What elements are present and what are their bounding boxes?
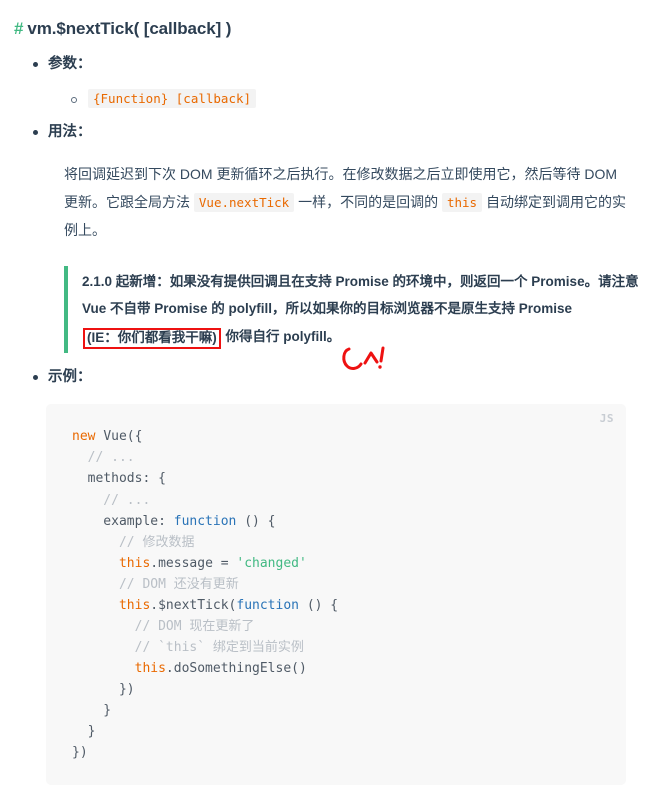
note-text-part1: 2.1.0 起新增：如果没有提供回调且在支持 Promise 的环境中，则返回一…: [82, 273, 639, 317]
example-label: 示例：: [48, 368, 92, 385]
example-list: 示例：: [14, 367, 649, 389]
code-token: methods: {: [72, 471, 166, 487]
code-token: // ...: [72, 492, 151, 508]
code-token: this: [72, 660, 166, 676]
code-token: () {: [299, 597, 339, 613]
param-callback-code: {Function} [callback]: [88, 88, 257, 108]
code-token: // ...: [72, 450, 135, 466]
params-label: 参数：: [48, 56, 92, 73]
note-blockquote: 2.1.0 起新增：如果没有提供回调且在支持 Promise 的环境中，则返回一…: [64, 265, 649, 370]
annotation-red-box: (IE：你们都看我干嘛): [83, 327, 221, 349]
page-title: # vm.$nextTick( [callback] ): [14, 18, 649, 40]
usage-paragraph: 将回调延迟到下次 DOM 更新循环之后执行。在修改数据之后立即使用它，然后等待 …: [48, 160, 628, 244]
code-token: new: [72, 429, 104, 445]
usage-code-vue-nexttick: Vue.nextTick: [193, 192, 295, 212]
code-token: .doSomethingElse(): [165, 660, 307, 676]
code-token: // DOM 还没有更新: [72, 576, 239, 592]
code-token: 'changed': [236, 555, 307, 571]
usage-label: 用法：: [48, 123, 92, 140]
code-token: }: [72, 724, 96, 740]
code-token: this: [72, 597, 151, 613]
code-content[interactable]: new Vue({ // ... methods: { // ... examp…: [72, 426, 626, 763]
code-token: example:: [72, 513, 174, 529]
list-item-params: 参数： {Function} [callback]: [32, 54, 649, 108]
code-token: // 修改数据: [72, 534, 195, 550]
code-token: }): [72, 745, 88, 761]
heading-anchor-icon[interactable]: #: [14, 19, 23, 38]
code-token: .message =: [150, 555, 237, 571]
usage-list: 用法： 将回调延迟到下次 DOM 更新循环之后执行。在修改数据之后立即使用它，然…: [14, 122, 649, 370]
list-item-callback: {Function} [callback]: [70, 88, 649, 108]
code-token: function: [236, 597, 299, 613]
code-token: this: [72, 555, 151, 571]
code-token: .$nextTick(: [150, 597, 237, 613]
code-token: }: [72, 702, 112, 718]
document-page: # vm.$nextTick( [callback] ) 参数： {Functio…: [0, 0, 667, 802]
params-list: 参数： {Function} [callback]: [14, 54, 649, 108]
note-text-part2: 你得自行 polyfill。: [221, 328, 341, 344]
usage-text-part2: 一样，不同的是回调的: [294, 193, 442, 210]
code-token: Vue({: [103, 429, 143, 445]
list-item-example: 示例：: [32, 367, 649, 389]
code-token: () {: [236, 513, 276, 529]
code-token: // `this` 绑定到当前实例: [72, 639, 304, 655]
code-language-badge: JS: [599, 412, 614, 426]
list-item-usage: 用法： 将回调延迟到下次 DOM 更新循环之后执行。在修改数据之后立即使用它，然…: [32, 122, 649, 370]
usage-code-this: this: [441, 192, 483, 212]
code-token: function: [173, 513, 237, 529]
code-token: }): [72, 681, 135, 697]
heading-text: vm.$nextTick( [callback] ): [27, 19, 232, 38]
params-sublist: {Function} [callback]: [48, 88, 649, 108]
code-token: // DOM 现在更新了: [72, 618, 255, 634]
code-block: JS new Vue({ // ... methods: { // ... ex…: [46, 404, 626, 786]
